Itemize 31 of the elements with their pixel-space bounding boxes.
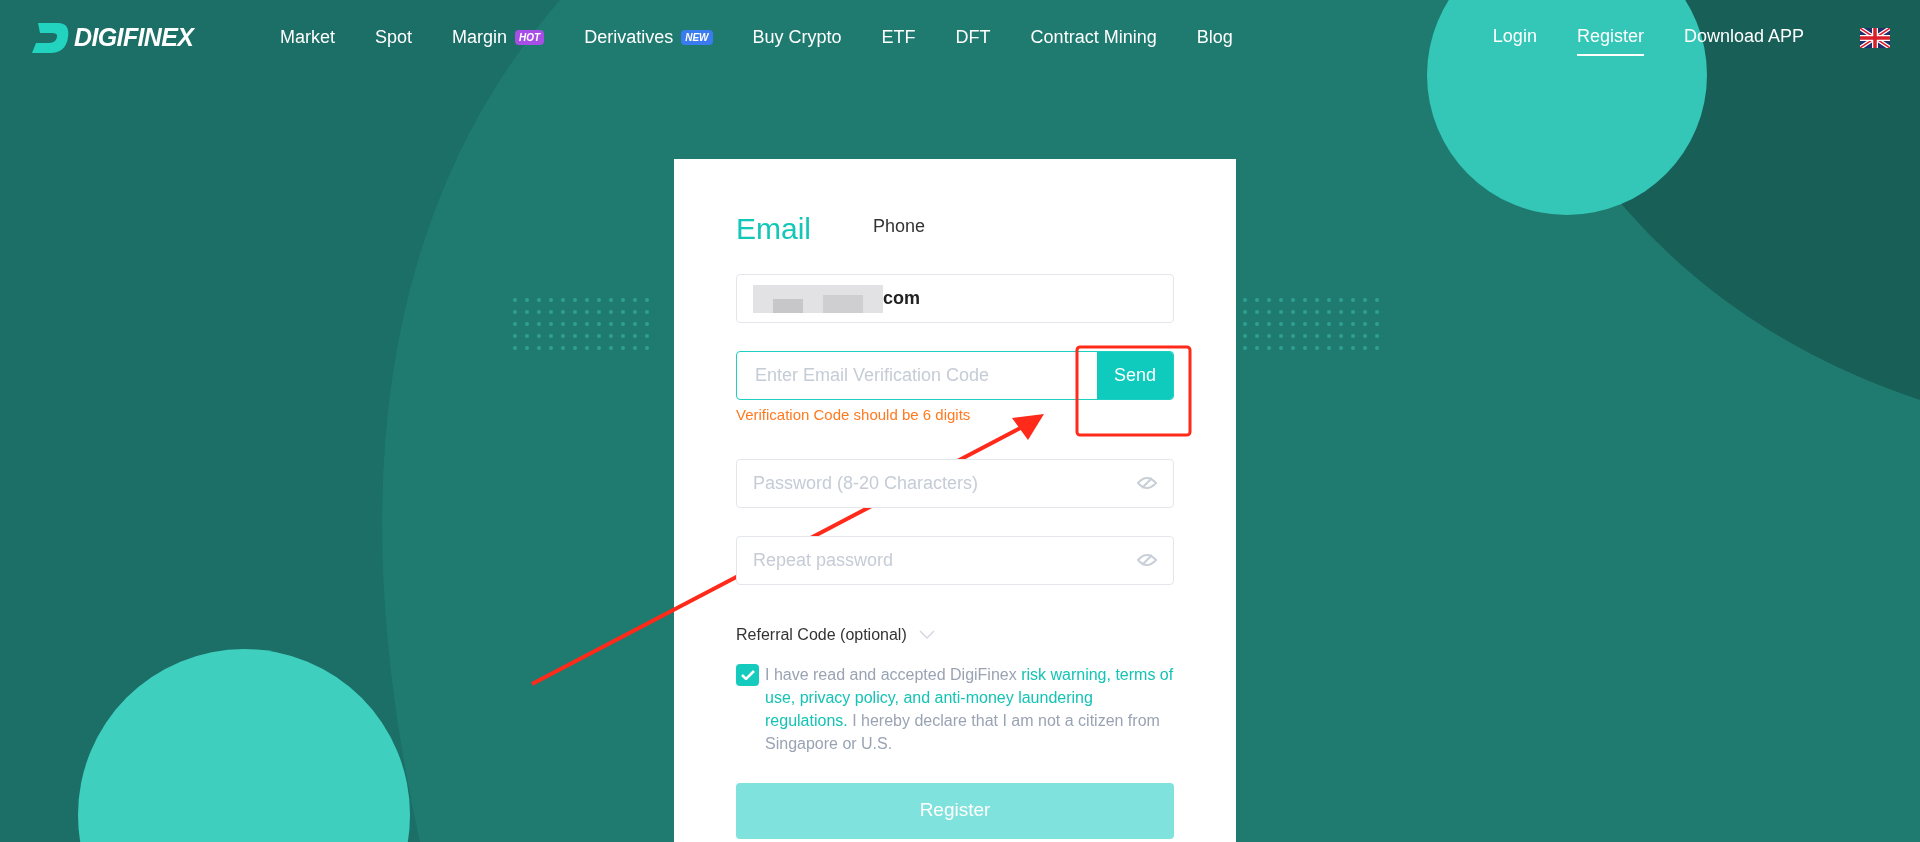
email-value: com — [883, 287, 920, 310]
consent-checkbox[interactable] — [736, 663, 759, 686]
account-link[interactable]: Download APP — [1683, 23, 1804, 56]
nav-link[interactable]: DFT — [955, 24, 991, 51]
password-input[interactable]: Password (8-20 Characters) — [737, 469, 1137, 497]
logo-text: DIGIFINEX — [74, 21, 194, 53]
nav-link[interactable]: Spot — [375, 24, 413, 51]
chevron-icon — [918, 629, 935, 640]
logo-icon — [30, 20, 70, 55]
nav-badge: HOT — [515, 30, 545, 45]
form-tab[interactable]: Phone — [873, 213, 926, 240]
check-icon — [740, 669, 755, 680]
code-input[interactable]: Enter Email Verification Code — [737, 352, 1097, 399]
email-field[interactable]: com — [736, 274, 1174, 323]
eye-off-icon[interactable] — [1137, 476, 1157, 490]
eye-off-icon[interactable] — [1137, 553, 1157, 567]
error-message: Verification Code should be 6 digits — [736, 405, 972, 425]
referral-toggle[interactable]: Referral Code (optional) — [736, 622, 935, 647]
nav-link[interactable]: Buy Crypto — [752, 24, 842, 51]
flag-icon[interactable] — [1860, 27, 1890, 48]
nav-link[interactable]: Market — [280, 24, 335, 51]
nav-link[interactable]: Margin HOT — [452, 24, 545, 51]
nav-link[interactable]: Derivatives NEW — [584, 24, 713, 51]
consent-text: I have read and accepted DigiFinex risk warning, terms of use, privacy policy, and anti-money laundering regulations. I hereby declare that I am not a citizen from Singapore or U.S. — [765, 664, 1174, 754]
password-field[interactable]: Repeat password — [736, 535, 1174, 585]
password-field[interactable]: Password (8-20 Characters) — [736, 458, 1174, 508]
password-input[interactable]: Repeat password — [737, 546, 1137, 574]
nav-link[interactable]: ETF — [881, 24, 916, 51]
nav-link[interactable]: Contract Mining — [1030, 24, 1157, 51]
nav-badge: NEW — [681, 30, 713, 45]
nav-link[interactable]: Blog — [1196, 24, 1233, 51]
